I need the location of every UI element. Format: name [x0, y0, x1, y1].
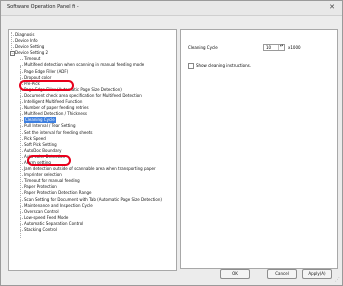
title-bar[interactable]: Software Operation Panel fi - ✕: [1, 1, 342, 16]
window-title: Software Operation Panel fi -: [7, 4, 79, 10]
spin-arrows-icon[interactable]: ▲▼: [278, 45, 284, 50]
settings-tree[interactable]: Diagnosis Device Info Device Setting − D…: [8, 29, 177, 271]
cleaning-cycle-label: Cleaning Cycle: [188, 45, 218, 50]
ok-button[interactable]: OK: [220, 269, 250, 279]
device-setting-2-highlight: [19, 80, 74, 91]
tree-item[interactable]: Stacking Control: [9, 227, 169, 233]
cleaning-cycle-spinbox[interactable]: 10 ▲▼: [263, 44, 285, 51]
software-operation-panel-window: Software Operation Panel fi - ✕ Diagnosi…: [0, 0, 343, 286]
cleaning-cycle-highlight: [27, 155, 71, 166]
resize-grip-icon[interactable]: ⋰: [335, 277, 340, 283]
cleaning-cycle-unit: x1000: [288, 45, 301, 50]
cleaning-cycle-value[interactable]: 10: [266, 45, 271, 50]
show-instructions-checkbox[interactable]: [188, 63, 194, 69]
close-icon[interactable]: ✕: [327, 3, 337, 12]
show-instructions-label: Show cleaning instructions.: [196, 63, 251, 68]
apply-button[interactable]: Apply(A): [302, 269, 332, 279]
settings-panel: Cleaning Cycle 10 ▲▼ x1000 Show cleaning…: [180, 29, 338, 269]
cancel-button[interactable]: Cancel: [267, 269, 297, 279]
tree-item-label: Stacking Control: [24, 227, 57, 232]
tree-list: Diagnosis Device Info Device Setting − D…: [9, 32, 169, 233]
